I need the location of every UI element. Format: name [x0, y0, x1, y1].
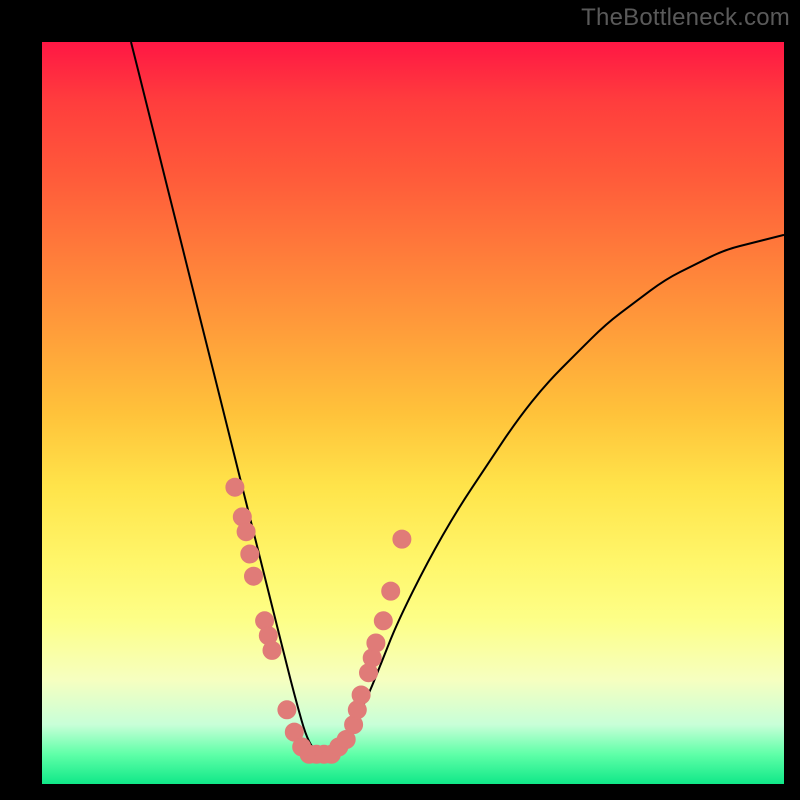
marker-point [241, 545, 259, 563]
marker-point [226, 478, 244, 496]
marker-point [245, 567, 263, 585]
bottleneck-curve [131, 42, 784, 752]
chart-frame: TheBottleneck.com [0, 0, 800, 800]
highlighted-points [226, 478, 411, 763]
marker-point [263, 641, 281, 659]
watermark-text: TheBottleneck.com [581, 4, 790, 32]
marker-point [278, 701, 296, 719]
marker-point [374, 612, 392, 630]
marker-point [393, 530, 411, 548]
chart-svg [42, 42, 784, 784]
marker-point [382, 582, 400, 600]
marker-point [352, 686, 370, 704]
marker-point [237, 523, 255, 541]
marker-point [367, 634, 385, 652]
plot-area [42, 42, 784, 784]
